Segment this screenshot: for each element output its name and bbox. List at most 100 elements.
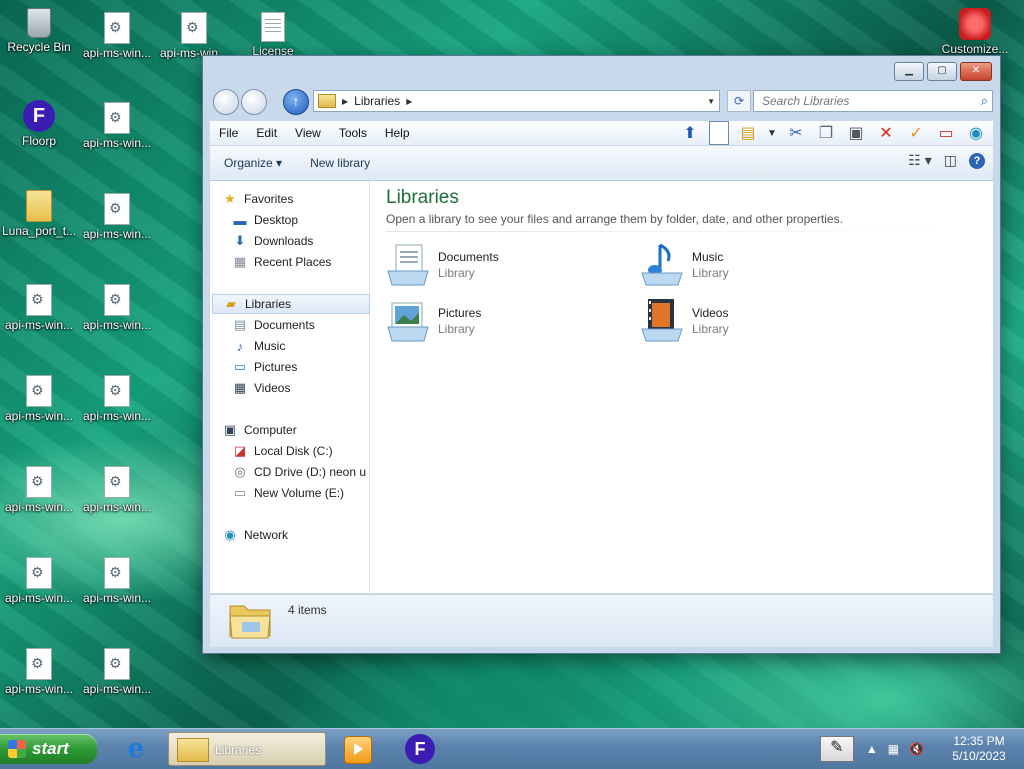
refresh-button[interactable]: ⟳ (727, 90, 751, 112)
nav-videos[interactable]: ▦ Videos (232, 378, 390, 398)
status-bar: 4 items (210, 594, 993, 647)
search-box[interactable]: ⌕ (753, 90, 993, 112)
delete-icon[interactable]: ✕ (875, 122, 897, 144)
menu-tools[interactable]: Tools (330, 126, 376, 140)
libraries-folder-icon (177, 738, 209, 762)
menu-bar: File Edit View Tools Help ⬆ ▤ ▼ ✂ ❐ ▣ ✕ … (210, 121, 993, 146)
copy-icon[interactable]: ❐ (815, 122, 837, 144)
desktop-icon-dll[interactable]: api-ms-win... (0, 466, 78, 514)
menu-file[interactable]: File (210, 126, 247, 140)
desktop-icon-dll[interactable]: api-ms-win... (78, 284, 156, 332)
preview-pane-icon[interactable]: ◫ (944, 152, 957, 169)
search-icon[interactable]: ⌕ (981, 93, 988, 109)
checkmark-icon[interactable]: ✓ (905, 122, 927, 144)
menu-edit[interactable]: Edit (247, 126, 286, 140)
start-button[interactable]: start (0, 734, 97, 764)
network-tray-icon[interactable]: ▦ (888, 742, 899, 756)
nav-local-disk[interactable]: ◪ Local Disk (C:) (232, 441, 390, 461)
help-icon[interactable]: ? (969, 152, 985, 169)
close-button[interactable]: ✕ (960, 62, 992, 81)
dll-file-icon (181, 12, 207, 44)
desktop-icon-dll[interactable]: api-ms-win... (0, 557, 78, 605)
paste-icon[interactable]: ▣ (845, 122, 867, 144)
forward-button[interactable] (241, 89, 267, 115)
nav-cd-drive[interactable]: ◎ CD Drive (D:) neon u (232, 462, 370, 482)
back-button[interactable] (213, 89, 239, 115)
dropdown-icon[interactable]: ▼ (767, 122, 777, 144)
desktop-icon-luna-port[interactable]: Luna_port_t... (0, 190, 78, 238)
nav-favorites[interactable]: ★ Favorites (222, 189, 380, 209)
library-music[interactable]: Music Library (638, 241, 878, 291)
nav-documents[interactable]: ▤ Documents (232, 315, 390, 335)
pen-input-icon[interactable]: ✎ (819, 736, 854, 762)
nav-downloads[interactable]: ⬇ Downloads (232, 231, 390, 251)
search-input[interactable] (760, 91, 964, 111)
desktop-icon-recycle-bin[interactable]: Recycle Bin (0, 8, 78, 54)
desktop-icon-dll[interactable]: api-ms-win... (155, 12, 233, 60)
nav-computer[interactable]: ▣ Computer (222, 420, 380, 440)
desktop-icon-dll[interactable]: api-ms-win... (78, 466, 156, 514)
music-library-icon (641, 243, 683, 286)
navigation-pane: ★ Favorites ▬ Desktop ⬇ Downloads ▦ Recent P… (210, 181, 370, 593)
pane-icon[interactable] (709, 121, 729, 145)
desktop-icon-dll[interactable]: api-ms-win... (0, 284, 78, 332)
floorp-icon[interactable]: F (405, 734, 435, 764)
taskbar-libraries-button[interactable]: Libraries (168, 732, 326, 766)
desktop-icon-customize[interactable]: Customize... (936, 8, 1014, 56)
library-pictures[interactable]: Pictures Library (384, 297, 624, 347)
clock[interactable]: 12:35 PM 5/10/2023 (934, 734, 1024, 764)
address-dropdown-icon[interactable]: ▼ (707, 97, 715, 106)
change-view-icon[interactable]: ☷ ▾ (908, 152, 931, 169)
desktop-icon-dll[interactable]: api-ms-win... (78, 375, 156, 423)
maximize-button[interactable]: ▢ (927, 62, 957, 81)
organize-button[interactable]: Organize ▾ (210, 156, 296, 170)
new-library-button[interactable]: New library (296, 156, 384, 170)
dll-file-icon (104, 648, 130, 680)
nav-desktop[interactable]: ▬ Desktop (232, 210, 390, 230)
breadcrumb-arrow-icon[interactable]: ▶ (406, 97, 412, 106)
text-file-icon (261, 12, 285, 42)
internet-explorer-icon[interactable]: e (118, 732, 154, 766)
desktop-icon-dll[interactable]: api-ms-win... (0, 375, 78, 423)
desktop-icon-dll[interactable]: api-ms-win... (0, 648, 78, 696)
network-globe-icon[interactable]: ◉ (965, 122, 987, 144)
folder-options-icon[interactable]: ▤ (737, 122, 759, 144)
explorer-window[interactable]: ▁ ▢ ✕ ↑ ▶ Libraries ▶ ▼ ⟳ ⌕ File Edit Vi… (202, 55, 1001, 654)
dll-file-icon (104, 375, 130, 407)
up-arrow-icon[interactable]: ⬆ (679, 122, 701, 144)
cut-icon[interactable]: ✂ (785, 122, 807, 144)
recent-places-icon: ▦ (233, 254, 247, 269)
nav-music[interactable]: ♪ Music (232, 336, 390, 356)
breadcrumb-libraries[interactable]: Libraries (354, 94, 400, 108)
library-videos[interactable]: Videos Library (638, 297, 878, 347)
nav-pictures[interactable]: ▭ Pictures (232, 357, 390, 377)
breadcrumb-arrow-icon[interactable]: ▶ (342, 97, 348, 106)
desktop-icon-dll[interactable]: api-ms-win... (78, 12, 156, 60)
properties-icon[interactable]: ▭ (935, 122, 957, 144)
desktop-icon-dll[interactable]: api-ms-win... (78, 102, 156, 150)
library-documents[interactable]: Documents Library (384, 241, 624, 291)
dll-file-icon (26, 648, 52, 680)
media-player-icon[interactable] (344, 736, 372, 764)
music-icon: ♪ (236, 338, 244, 354)
nav-network[interactable]: ◉ Network (222, 525, 380, 545)
minimize-button[interactable]: ▁ (894, 62, 924, 81)
dll-file-icon (26, 375, 52, 407)
windows-disk-icon: ◪ (233, 443, 247, 458)
volume-muted-icon[interactable]: 🔇 (909, 742, 924, 756)
menu-view[interactable]: View (286, 126, 330, 140)
divider (386, 231, 976, 232)
desktop-icon-dll[interactable]: api-ms-win... (78, 193, 156, 241)
nav-recent-places[interactable]: ▦ Recent Places (232, 252, 390, 272)
show-hidden-icons-arrow[interactable]: ▲ (866, 742, 878, 756)
desktop-icon-dll[interactable]: api-ms-win... (78, 557, 156, 605)
nav-new-volume[interactable]: ▭ New Volume (E:) (232, 483, 390, 503)
floorp-icon: F (23, 100, 55, 132)
desktop-icon-dll[interactable]: api-ms-win... (78, 648, 156, 696)
nav-libraries[interactable]: ▰ Libraries (212, 294, 370, 314)
menu-help[interactable]: Help (376, 126, 419, 140)
desktop-icon-license[interactable]: License (234, 12, 312, 58)
address-bar[interactable]: ▶ Libraries ▶ ▼ (313, 90, 720, 112)
desktop-icon-floorp[interactable]: F Floorp (0, 100, 78, 148)
up-button[interactable]: ↑ (283, 89, 309, 115)
